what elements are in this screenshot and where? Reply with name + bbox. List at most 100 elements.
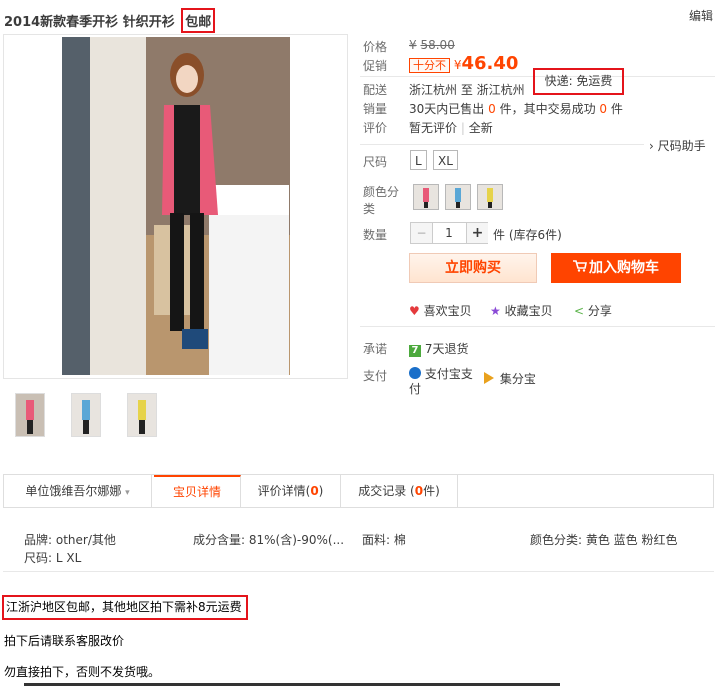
tab-product-details[interactable]: 宝贝详情 xyxy=(154,475,241,507)
attr-brand: 品牌: other/其他 xyxy=(24,533,116,547)
thumbnail-2[interactable] xyxy=(71,393,101,437)
alipay-label-line1: 支付宝支 xyxy=(424,367,473,381)
action-divider xyxy=(360,326,715,327)
seven-day-label: 7天退货 xyxy=(424,342,469,356)
product-photo xyxy=(62,37,290,375)
size-label: 尺码 xyxy=(363,155,388,169)
attr-size: 尺码: L XL xyxy=(24,551,82,565)
size-option-l[interactable]: L xyxy=(410,150,427,170)
free-shipping-tag: 包邮 xyxy=(181,8,216,33)
alipay-label-line2: 付 xyxy=(409,382,422,396)
share-button[interactable]: < 分享 xyxy=(574,302,612,319)
product-title-text: 2014新款春季开衫 针织开衫 xyxy=(4,15,175,30)
color-label: 颜色分类 xyxy=(363,185,400,216)
stock-info: 件 (库存6件) xyxy=(493,228,562,242)
price-label: 价格 xyxy=(363,40,388,54)
add-to-cart-button[interactable]: 加入购物车 xyxy=(551,253,681,283)
attr-fabric: 面料: 棉 xyxy=(362,533,406,547)
review-separator: | xyxy=(460,121,465,135)
quantity-decrease-button[interactable]: − xyxy=(411,223,433,243)
promo-price: 十分不 ¥46.40 xyxy=(409,53,518,74)
tab-records-label: 成交记录 ( xyxy=(358,484,415,498)
color-option-yellow[interactable] xyxy=(477,184,503,210)
cart-icon xyxy=(573,254,587,282)
jifenbao-label: 集分宝 xyxy=(499,372,536,386)
edit-link[interactable]: 编辑 xyxy=(689,7,713,24)
alipay-option[interactable]: 支付宝支 付 xyxy=(409,367,479,397)
color-swatch-blue-icon xyxy=(446,185,470,209)
tab-reviews-close: ) xyxy=(318,484,324,498)
sales-count: 0 xyxy=(488,102,496,116)
chevron-down-icon: ▾ xyxy=(125,488,130,498)
shipping-label: 配送 xyxy=(363,83,388,97)
thumbnail-blue-image xyxy=(72,394,100,436)
promo-price-value: 46.40 xyxy=(461,53,519,74)
color-option-pink[interactable] xyxy=(413,184,439,210)
condition-tag: 全新 xyxy=(468,121,493,135)
payment-label: 支付 xyxy=(363,369,388,383)
sales-success-count: 0 xyxy=(599,102,608,116)
collect-label: 收藏宝贝 xyxy=(504,304,553,318)
shipping-notice: 江浙沪地区包邮，其他地区拍下需补8元运费 xyxy=(2,595,248,620)
tab-reviews-label: 评价详情( xyxy=(257,484,311,498)
quantity-label: 数量 xyxy=(363,228,388,242)
shipping-route: 浙江杭州 至 浙江杭州 xyxy=(409,83,525,97)
share-icon: < xyxy=(574,304,585,318)
color-swatch-yellow-icon xyxy=(478,185,502,209)
main-product-image xyxy=(3,34,348,379)
original-price-currency: ¥ xyxy=(409,38,417,52)
review-text[interactable]: 暂无评价 xyxy=(409,121,457,135)
sales-info: 30天内已售出 0 件，其中交易成功 0 件 xyxy=(409,100,623,117)
tab-records-count: 0 xyxy=(414,484,424,498)
star-icon: ★ xyxy=(490,304,501,318)
heart-icon: ♥ xyxy=(409,304,420,318)
seven-day-icon: 7 xyxy=(409,345,421,357)
tab-reviews[interactable]: 评价详情(0) xyxy=(241,475,341,507)
size-helper-link[interactable]: › 尺码助手 xyxy=(649,137,706,154)
add-to-cart-label: 加入购物车 xyxy=(589,260,659,276)
original-price: ¥ 58.00 xyxy=(409,38,455,52)
size-option-xl[interactable]: XL xyxy=(433,150,458,170)
promise-label: 承诺 xyxy=(363,342,388,356)
sales-prefix: 30天内已售出 xyxy=(409,102,485,116)
seven-day-return[interactable]: 7 7天退货 xyxy=(409,340,468,357)
no-direct-purchase-notice: 勿直接拍下，否则不发货哦。 xyxy=(4,665,161,679)
jifenbao-icon xyxy=(484,372,494,384)
original-price-value: 58.00 xyxy=(420,38,455,52)
quantity-input[interactable]: 1 xyxy=(433,223,465,243)
thumbnail-pink-image xyxy=(16,394,44,436)
like-label: 喜欢宝贝 xyxy=(423,304,472,318)
detail-tab-bar: 单位饿维吾尔娜娜 ▾ 宝贝详情 评价详情(0) 成交记录 (0件) xyxy=(3,474,714,508)
promo-tag: 十分不 xyxy=(409,58,450,73)
sales-label: 销量 xyxy=(363,102,388,116)
buy-now-button[interactable]: 立即购买 xyxy=(409,253,537,283)
color-swatch-pink-icon xyxy=(414,185,438,209)
thumbnail-3[interactable] xyxy=(127,393,157,437)
review-label: 评价 xyxy=(363,121,388,135)
share-label: 分享 xyxy=(587,304,612,318)
alipay-icon xyxy=(409,367,421,379)
like-button[interactable]: ♥ 喜欢宝贝 xyxy=(409,302,472,319)
quantity-stepper: − 1 + xyxy=(410,222,488,244)
tab-reviews-count: 0 xyxy=(310,484,319,498)
review-info: 暂无评价 | 全新 xyxy=(409,119,493,136)
shop-dropdown[interactable]: 单位饿维吾尔娜娜 ▾ xyxy=(4,475,152,507)
quantity-increase-button[interactable]: + xyxy=(466,223,488,243)
shop-name: 单位饿维吾尔娜娜 xyxy=(25,484,122,498)
collect-button[interactable]: ★ 收藏宝贝 xyxy=(490,302,553,319)
attributes-divider xyxy=(3,571,714,572)
attr-color: 颜色分类: 黄色 蓝色 粉红色 xyxy=(530,533,678,547)
price-change-notice: 拍下后请联系客服改价 xyxy=(4,634,125,648)
express-free-shipping: 快递: 免运费 xyxy=(533,68,624,95)
tab-records-close: 件) xyxy=(423,484,440,498)
product-title: 2014新款春季开衫 针织开衫 包邮 xyxy=(4,8,216,33)
tab-transaction-records[interactable]: 成交记录 (0件) xyxy=(341,475,458,507)
thumbnail-1[interactable] xyxy=(15,393,45,437)
info-divider xyxy=(360,144,644,145)
color-option-blue[interactable] xyxy=(445,184,471,210)
sales-mid: 件，其中交易成功 xyxy=(499,102,596,116)
attr-composition: 成分含量: 81%(含)-90%(... xyxy=(193,533,345,547)
thumbnail-yellow-image xyxy=(128,394,156,436)
jifenbao-option[interactable]: 集分宝 xyxy=(484,370,536,387)
sales-suffix: 件 xyxy=(610,102,623,116)
